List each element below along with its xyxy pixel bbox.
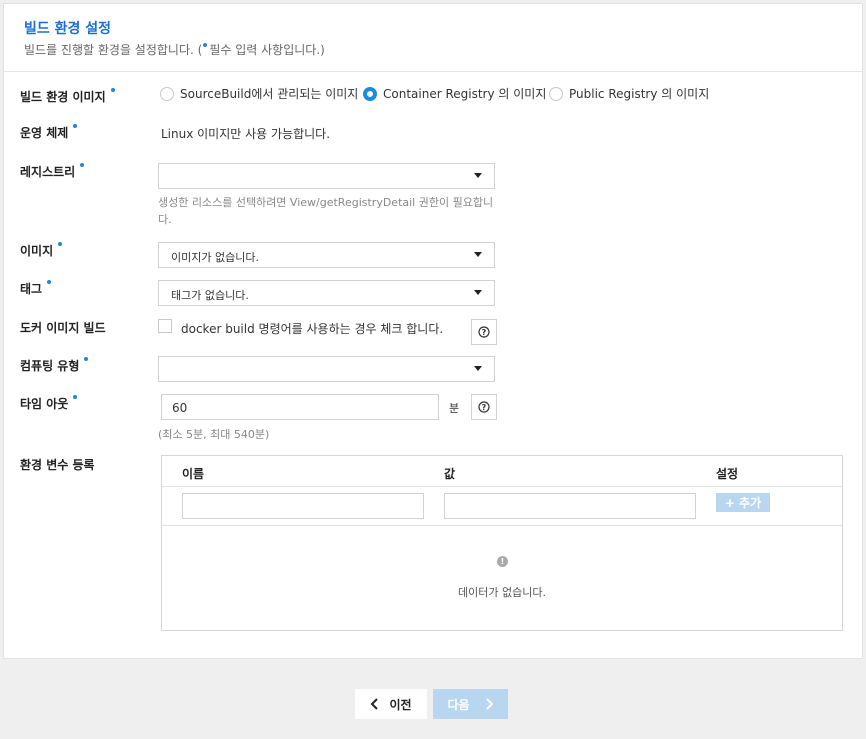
required-dot-icon [73,395,78,399]
image-select-value: 이미지가 없습니다. [171,251,259,264]
prev-button[interactable]: 이전 [355,689,427,719]
env-vars-label: 환경 변수 등록 [20,458,95,472]
page-title: 빌드 환경 설정 [24,21,112,37]
docker-build-checkbox-label: docker build 명령어를 사용하는 경우 체크 합니다. [181,322,444,336]
timeout-hint: (최소 5분, 최대 540분) [158,428,270,441]
image-select[interactable]: 이미지가 없습니다. [158,242,495,268]
header-divider [162,486,842,487]
chevron-left-icon [371,698,379,710]
registry-label-text: 레지스트리 [20,165,76,179]
help-question-icon: ? [478,326,490,338]
os-label: 운영 체제 [20,124,79,141]
required-dot-icon [110,88,115,92]
radio-label: Container Registry 의 이미지 [383,87,547,101]
tag-label-text: 태그 [20,282,43,296]
column-header-name: 이름 [182,467,205,481]
radio-public-registry-image[interactable]: Public Registry 의 이미지 [549,85,709,102]
radio-circle-icon [549,86,563,101]
column-header-settings: 설정 [716,467,739,481]
caret-down-icon [474,366,482,371]
next-button-label: 다음 [447,697,470,712]
radio-selected-icon [363,86,377,101]
subtitle-text-end: 필수 입력 사항입니다.) [209,43,325,57]
info-icon: ! [497,556,508,567]
image-label-text: 이미지 [20,244,54,258]
radio-label: SourceBuild에서 관리되는 이미지 [180,87,359,101]
input-row-divider [162,525,842,526]
registry-select[interactable] [158,163,495,189]
registry-hint-line: 생성한 리소스를 선택하려면 View/getRegistryDetail 권한… [158,196,494,209]
radio-label: Public Registry 의 이미지 [569,87,710,101]
env-vars-table: 이름 값 설정 + 추가 ! 데이터가 없습니다. [161,455,843,631]
docker-build-label: 도커 이미지 빌드 [20,321,106,335]
timeout-unit: 분 [449,402,460,415]
docker-build-help-button[interactable]: ? [471,319,497,345]
required-dot-icon [84,357,89,361]
radio-sourcebuild-image[interactable]: SourceBuild에서 관리되는 이미지 [160,85,358,102]
tag-select-value: 태그가 없습니다. [171,289,249,302]
required-dot-icon [80,163,85,167]
radio-circle-icon [160,86,174,101]
env-name-input[interactable] [182,493,424,519]
compute-type-label-text: 컴퓨팅 유형 [20,359,80,373]
timeout-label-text: 타임 아웃 [20,397,69,411]
subtitle-text-start: 빌드를 진행할 환경을 설정합니다. ( [24,43,203,57]
registry-hint: 생성한 리소스를 선택하려면 View/getRegistryDetail 권한… [158,194,493,228]
radio-container-registry-image[interactable]: Container Registry 의 이미지 [363,85,546,102]
next-button[interactable]: 다음 [433,689,508,719]
docker-build-checkbox[interactable] [158,319,172,333]
registry-label: 레지스트리 [20,163,86,180]
timeout-label: 타임 아웃 [20,395,79,412]
os-label-text: 운영 체제 [20,126,69,140]
page-subtitle: 빌드를 진행할 환경을 설정합니다. ( 필수 입력 사항입니다.) [24,41,325,58]
required-dot-icon [47,280,52,284]
tag-label: 태그 [20,280,53,297]
required-dot-icon [203,43,208,47]
timeout-input-value: 60 [172,401,188,415]
build-image-label: 빌드 환경 이미지 [20,88,117,105]
image-label: 이미지 [20,242,64,259]
build-image-label-text: 빌드 환경 이미지 [20,90,106,104]
caret-down-icon [474,173,482,178]
chevron-right-icon [485,698,493,710]
env-value-input[interactable] [444,493,696,519]
registry-hint-line: 다. [158,213,172,226]
caret-down-icon [474,252,482,257]
timeout-input[interactable]: 60 [161,394,439,420]
prev-button-label: 이전 [389,697,412,712]
tag-select[interactable]: 태그가 없습니다. [158,280,495,306]
compute-type-select[interactable] [158,356,495,382]
required-dot-icon [73,124,78,128]
required-dot-icon [58,242,63,246]
add-env-var-button[interactable]: + 추가 [716,493,770,512]
help-question-icon: ? [478,401,490,413]
card-header: 빌드 환경 설정 빌드를 진행할 환경을 설정합니다. ( 필수 입력 사항입니다… [4,4,862,72]
svg-text:?: ? [482,403,487,412]
empty-state-text: 데이터가 없습니다. [458,586,546,599]
timeout-help-button[interactable]: ? [471,394,497,420]
caret-down-icon [474,290,482,295]
svg-text:?: ? [482,328,487,337]
os-value: Linux 이미지만 사용 가능합니다. [161,127,331,141]
column-header-value: 값 [444,467,456,481]
compute-type-label: 컴퓨팅 유형 [20,357,90,374]
